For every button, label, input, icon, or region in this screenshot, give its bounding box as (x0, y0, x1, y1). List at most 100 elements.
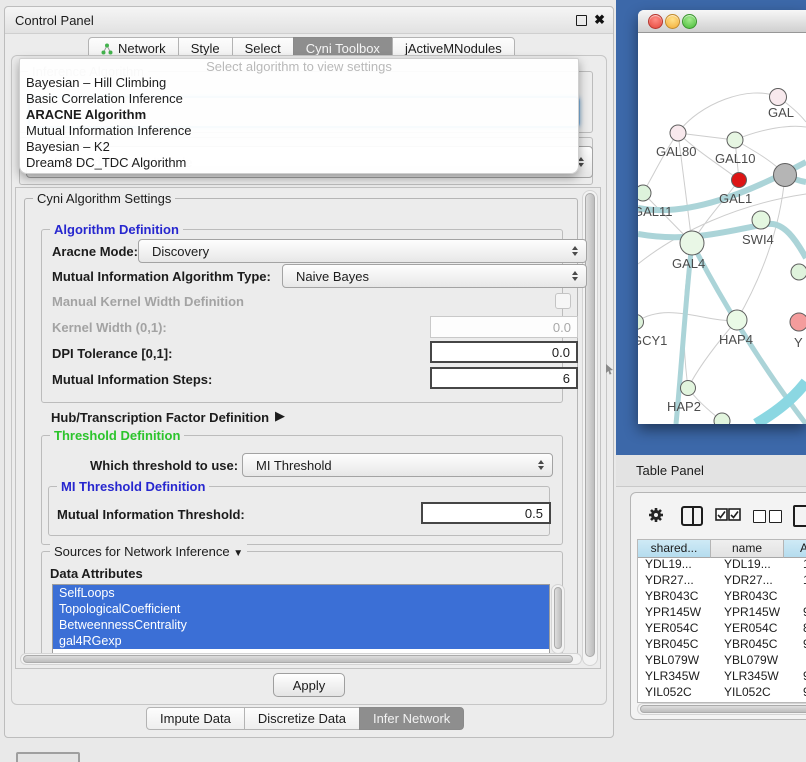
table-row[interactable]: YLR345WYLR345W9. (638, 668, 806, 684)
node-label: Y (794, 335, 803, 350)
table-cell[interactable]: YBL079W (717, 652, 796, 668)
table-cell[interactable]: 9. (796, 668, 806, 684)
node-gal-top[interactable] (770, 89, 787, 106)
tab-infer-network[interactable]: Infer Network (359, 707, 464, 730)
table-cell[interactable]: YDR27... (717, 572, 796, 588)
table-row[interactable]: YDL19...YDL19...13 (638, 556, 806, 572)
list-vertical-scrollbar[interactable] (551, 584, 565, 654)
table-cell[interactable]: 12 (796, 572, 806, 588)
mi-steps-field[interactable]: 6 (430, 367, 578, 389)
sources-title[interactable]: Sources for Network Inference ▼ (50, 544, 247, 559)
dpi-tolerance-field[interactable]: 0.0 (430, 341, 578, 363)
scrollbar-thumb[interactable] (640, 705, 806, 713)
minimize-traffic-light-icon[interactable] (665, 14, 680, 29)
table-cell[interactable]: 9. (796, 684, 806, 700)
table-cell[interactable]: YBR045C (638, 636, 717, 652)
split-columns-icon[interactable] (681, 506, 703, 526)
tab-impute-data[interactable]: Impute Data (146, 707, 245, 730)
float-window-icon[interactable] (576, 15, 587, 26)
node-label: GAL1 (719, 191, 752, 206)
tab-discretize-data[interactable]: Discretize Data (244, 707, 360, 730)
node-gal80[interactable] (670, 125, 686, 141)
dropdown-item-dream8[interactable]: Dream8 DC_TDC Algorithm (20, 155, 578, 171)
table-cell[interactable]: 13 (796, 556, 806, 572)
scrollbar-thumb[interactable] (585, 193, 595, 657)
table-row[interactable]: YBR045CYBR045C9. (638, 636, 806, 652)
list-item-topologicalcoefficient[interactable]: TopologicalCoefficient (53, 601, 549, 617)
table-row[interactable]: YDR27...YDR27...12 (638, 572, 806, 588)
node-hap2[interactable] (681, 381, 696, 396)
node-gal10[interactable] (727, 132, 743, 148)
table-cell[interactable] (796, 588, 806, 604)
node-gal11[interactable] (638, 185, 651, 201)
list-item-betweennesscentrality[interactable]: BetweennessCentrality (53, 617, 549, 633)
node-hap4[interactable] (727, 310, 747, 330)
mi-threshold-label: Mutual Information Threshold: (57, 507, 245, 522)
document-icon[interactable] (793, 505, 806, 527)
aracne-mode-combobox[interactable]: Discovery (138, 239, 587, 263)
settings-gear-icon[interactable] (647, 506, 665, 524)
table-horizontal-scrollbar[interactable] (637, 703, 806, 715)
mi-type-combobox[interactable]: Naive Bayes (282, 264, 587, 288)
table-row[interactable]: YBR043CYBR043C (638, 588, 806, 604)
table-row[interactable]: YER054CYER054C8. (638, 620, 806, 636)
list-item-selfloops[interactable]: SelfLoops (53, 585, 549, 601)
minimized-panel-stub[interactable] (16, 752, 80, 762)
zoom-traffic-light-icon[interactable] (682, 14, 697, 29)
table-cell[interactable] (796, 652, 806, 668)
table-cell[interactable]: YLR345W (717, 668, 796, 684)
close-icon[interactable]: ✖ (594, 12, 605, 28)
node-gal4[interactable] (680, 231, 704, 255)
scrollbar-thumb[interactable] (554, 587, 562, 649)
network-canvas[interactable]: GAL GAL80 GAL10 GAL1 GAL11 SWI4 GAL4 GCY… (638, 32, 806, 424)
table-cell[interactable]: YER054C (717, 620, 796, 636)
table-cell[interactable]: 9. (796, 604, 806, 620)
dropdown-item-bayesian-k2[interactable]: Bayesian – K2 (20, 139, 578, 155)
table-cell[interactable]: YDL19... (638, 556, 717, 572)
hub-definition-label[interactable]: Hub/Transcription Factor Definition (51, 410, 269, 425)
collapse-down-icon[interactable]: ▼ (233, 548, 243, 559)
table-cell[interactable]: YIL052C (638, 684, 717, 700)
table-cell[interactable]: 8. (796, 620, 806, 636)
table-cell[interactable]: YLR345W (638, 668, 717, 684)
table-cell[interactable]: YBR043C (717, 588, 796, 604)
dropdown-placeholder: Select algorithm to view settings (20, 59, 578, 75)
settings-horizontal-scrollbar[interactable] (20, 653, 582, 665)
network-window-titlebar[interactable] (638, 10, 806, 33)
dropdown-item-basic-correlation[interactable]: Basic Correlation Inference (20, 91, 578, 107)
which-threshold-combobox[interactable]: MI Threshold (242, 453, 553, 477)
table-row[interactable]: YIL052CYIL052C9. (638, 684, 806, 700)
list-item-gal4rgexp[interactable]: gal4RGexp (53, 633, 549, 649)
node-salmon[interactable] (790, 313, 806, 331)
node-gcy1[interactable] (638, 315, 644, 330)
table-cell[interactable]: 9. (796, 636, 806, 652)
deselect-all-columns-icon[interactable] (753, 508, 785, 526)
dropdown-item-aracne[interactable]: ARACNE Algorithm (20, 107, 578, 123)
apply-button[interactable]: Apply (273, 673, 345, 697)
dropdown-item-bayesian-hill-climbing[interactable]: Bayesian – Hill Climbing (20, 75, 578, 91)
expand-right-icon[interactable]: ▶ (275, 408, 285, 424)
table-row[interactable]: YBL079WYBL079W (638, 652, 806, 668)
table-cell[interactable]: YBL079W (638, 652, 717, 668)
table-cell[interactable]: YIL052C (717, 684, 796, 700)
kernel-width-field[interactable]: 0.0 (430, 316, 578, 338)
table-cell[interactable]: YPR145W (638, 604, 717, 620)
table-row[interactable]: YPR145WYPR145W9. (638, 604, 806, 620)
node-bottom-partial[interactable] (714, 413, 730, 424)
table-cell[interactable]: YPR145W (717, 604, 796, 620)
dropdown-item-mutual-information[interactable]: Mutual Information Inference (20, 123, 578, 139)
close-traffic-light-icon[interactable] (648, 14, 663, 29)
manual-kernel-checkbox[interactable] (555, 293, 571, 309)
table-cell[interactable]: YBR045C (717, 636, 796, 652)
table-cell[interactable]: YDR27... (638, 572, 717, 588)
select-all-columns-icon[interactable] (715, 508, 741, 526)
node-gal1[interactable] (732, 173, 747, 188)
table-cell[interactable]: YDL19... (717, 556, 796, 572)
table-cell[interactable]: YBR043C (638, 588, 717, 604)
node-gray[interactable] (774, 164, 797, 187)
node-swi4[interactable] (752, 211, 770, 229)
scrollbar-thumb[interactable] (23, 655, 573, 663)
node-right-partial[interactable] (791, 264, 806, 280)
mi-threshold-field[interactable]: 0.5 (421, 502, 551, 524)
table-cell[interactable]: YER054C (638, 620, 717, 636)
